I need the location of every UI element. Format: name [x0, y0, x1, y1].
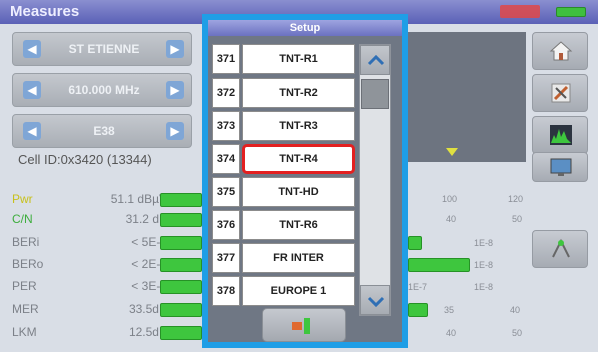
channel-number: 371	[212, 44, 240, 74]
measure-bar	[160, 258, 202, 272]
channel-name: EUROPE 1	[242, 276, 355, 306]
scale-mark: 40	[510, 305, 521, 315]
scale-mark: 40	[446, 328, 457, 338]
screen-title: Measures	[10, 3, 80, 20]
home-button[interactable]	[532, 32, 588, 70]
site-value: ST ETIENNE	[68, 42, 140, 56]
measure-value: < 2E-6	[131, 257, 167, 271]
spectrum-button[interactable]	[532, 116, 588, 154]
next-site-button[interactable]: ▶	[166, 40, 184, 58]
measure-label: BERi	[12, 235, 40, 249]
channel-number: 378	[212, 276, 240, 306]
channel-name: TNT-R4	[242, 144, 355, 174]
scale-mark: 100	[442, 194, 458, 204]
scale-mark: 50	[512, 328, 523, 338]
beri-level-bar	[408, 236, 422, 250]
measure-value: 33.5dB	[128, 302, 167, 316]
antenna-icon	[552, 238, 570, 258]
channel-row-372[interactable]: 372 TNT-R2	[212, 78, 355, 108]
measure-bar	[160, 280, 202, 294]
scale-mark: 35	[444, 305, 455, 315]
site-selector[interactable]: ◀ ST ETIENNE ▶	[12, 32, 192, 66]
scale-mark: 1E-8	[474, 282, 494, 292]
measure-value: < 5E-6	[131, 235, 167, 249]
measure-bar	[160, 326, 202, 340]
channel-row-377[interactable]: 377 FR INTER	[212, 243, 355, 273]
measure-label: PER	[12, 279, 37, 293]
mer-level-bar	[408, 303, 428, 317]
scale-mark: 1E-8	[474, 238, 494, 248]
chevron-up-icon	[367, 54, 385, 66]
tools-icon	[551, 83, 571, 103]
scale-mark: 50	[512, 214, 523, 224]
setup-dialog: Setup 371 TNT-R1 372 TNT-R2 373 TNT-R3 3…	[202, 14, 408, 348]
screen-icon	[550, 158, 572, 176]
channel-name: FR INTER	[242, 243, 355, 273]
screen-button[interactable]	[532, 152, 588, 182]
clock-indicator	[500, 5, 540, 18]
battery-icon	[556, 7, 586, 17]
scroll-thumb[interactable]	[361, 79, 389, 109]
scale-mark: 120	[508, 194, 524, 204]
channel-row-373[interactable]: 373 TNT-R3	[212, 111, 355, 141]
channel-name: TNT-R3	[242, 111, 355, 141]
frequency-selector[interactable]: ◀ 610.000 MHz ▶	[12, 73, 192, 107]
channel-row-374-selected[interactable]: 374 TNT-R4	[212, 144, 355, 174]
channel-row-375[interactable]: 375 TNT-HD	[212, 177, 355, 207]
bero-level-bar	[408, 258, 470, 272]
channel-name: TNT-HD	[242, 177, 355, 207]
measure-value: 51.1 dBµV	[110, 192, 167, 206]
measure-bar	[160, 236, 202, 250]
channel-name: TNT-R1	[242, 44, 355, 74]
prev-site-button[interactable]: ◀	[23, 40, 41, 58]
measure-value: 31.2 dB	[125, 212, 167, 226]
spectrum-preview[interactable]	[404, 32, 526, 162]
channel-name: TNT-R2	[242, 78, 355, 108]
measure-label: Pwr	[12, 192, 33, 206]
tools-button[interactable]	[532, 74, 588, 112]
channel-number: 372	[212, 78, 240, 108]
scale-mark: 40	[446, 214, 457, 224]
measure-label: C/N	[12, 212, 33, 226]
measure-label: BERo	[12, 257, 44, 271]
channel-number: 375	[212, 177, 240, 207]
measure-label: LKM	[12, 325, 37, 339]
measure-bar	[160, 213, 202, 227]
prev-channel-button[interactable]: ◀	[23, 122, 41, 140]
measure-value: < 3E-6	[131, 279, 167, 293]
channel-scrollbar[interactable]	[359, 44, 391, 316]
measure-value: 12.5dB	[128, 325, 167, 339]
marker-icon	[446, 148, 458, 156]
channel-name: TNT-R6	[242, 210, 355, 240]
chevron-down-icon	[367, 296, 385, 308]
frequency-value: 610.000 MHz	[68, 83, 140, 97]
antenna-button[interactable]	[532, 230, 588, 268]
scroll-down-button[interactable]	[360, 285, 390, 315]
channel-number: 377	[212, 243, 240, 273]
cell-id: Cell ID:0x3420 (13344)	[18, 152, 152, 167]
setup-title: Setup	[208, 20, 402, 36]
measure-bar	[160, 193, 202, 207]
scale-mark: 1E-7	[408, 282, 428, 292]
channel-row-378[interactable]: 378 EUROPE 1	[212, 276, 355, 306]
channel-row-376[interactable]: 376 TNT-R6	[212, 210, 355, 240]
prev-frequency-button[interactable]: ◀	[23, 81, 41, 99]
channel-selector[interactable]: ◀ E38 ▶	[12, 114, 192, 148]
confirm-button[interactable]	[262, 308, 346, 342]
next-frequency-button[interactable]: ▶	[166, 81, 184, 99]
channel-number: 373	[212, 111, 240, 141]
scroll-up-button[interactable]	[360, 45, 390, 75]
measure-label: MER	[12, 302, 39, 316]
scale-mark: 1E-8	[474, 260, 494, 270]
measure-bar	[160, 303, 202, 317]
spectrum-icon	[550, 125, 572, 145]
channel-number: 374	[212, 144, 240, 174]
toggle-icon	[292, 318, 310, 334]
channel-value: E38	[93, 124, 115, 138]
home-icon	[549, 41, 573, 61]
channel-number: 376	[212, 210, 240, 240]
next-channel-button[interactable]: ▶	[166, 122, 184, 140]
channel-row-371[interactable]: 371 TNT-R1	[212, 44, 355, 74]
